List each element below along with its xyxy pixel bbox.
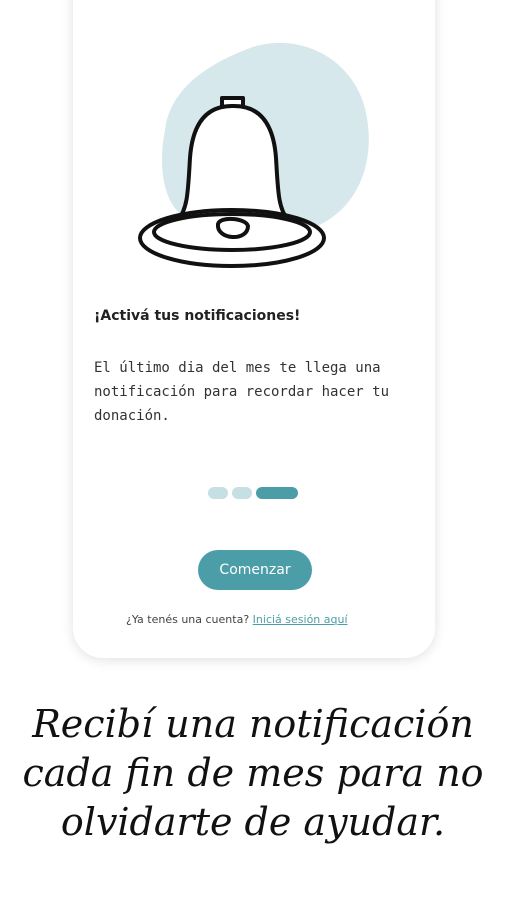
signin-link[interactable]: Iniciá sesión aquí — [253, 613, 348, 626]
signin-row: ¿Ya tenés una cuenta? Iniciá sesión aquí — [126, 613, 348, 626]
page-title: ¡Activá tus notificaciones! — [94, 308, 301, 324]
pager-dot-2[interactable] — [232, 487, 252, 499]
page-indicator — [208, 487, 298, 501]
promo-caption: Recibí una notificación cada fin de mes … — [22, 702, 484, 844]
bell-illustration — [138, 42, 369, 268]
pager-dot-1[interactable] — [208, 487, 228, 499]
pager-dot-3-active[interactable] — [256, 487, 298, 499]
signin-prompt: ¿Ya tenés una cuenta? — [126, 613, 250, 626]
description-text: El último dia del mes te llega una notif… — [94, 360, 390, 424]
start-button[interactable]: Comenzar — [198, 550, 312, 590]
app-screenshot: ¡Activá tus notificaciones! El último di… — [0, 0, 506, 900]
